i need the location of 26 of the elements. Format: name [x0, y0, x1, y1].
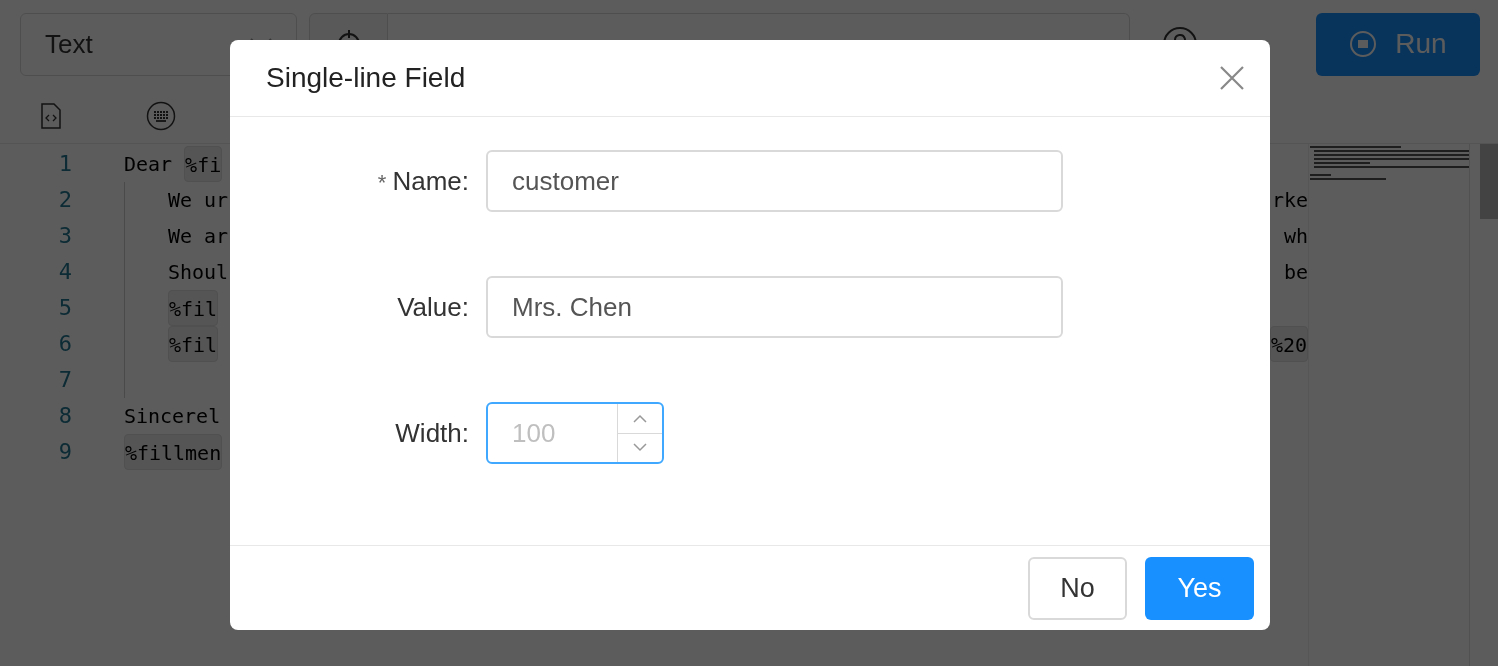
code-text: Dear — [123, 151, 174, 178]
line-number: 5 — [58, 294, 72, 322]
line-number: 7 — [58, 366, 72, 394]
code-text: rke — [1271, 187, 1308, 214]
code-text: We ur — [167, 187, 229, 214]
code-text: be — [1283, 259, 1308, 286]
field-label: Value: — [397, 291, 469, 322]
placeholder-chip: %fi — [184, 146, 223, 182]
code-text: We ar — [167, 223, 229, 250]
code-text: wh — [1283, 223, 1308, 250]
line-number: 2 — [58, 186, 72, 214]
code-text: Shoul — [167, 259, 229, 286]
line-number: 6 — [58, 330, 72, 358]
line-number: 4 — [58, 258, 72, 286]
field-label: Name: — [392, 165, 469, 196]
field-label: Width: — [395, 417, 469, 448]
line-number: 3 — [58, 222, 72, 250]
placeholder-chip: %20 — [1269, 326, 1308, 362]
placeholder-chip: %fil — [167, 326, 219, 362]
line-number: 1 — [58, 150, 72, 178]
line-number: 9 — [58, 438, 72, 466]
placeholder-chip: %fillmen — [123, 434, 223, 470]
required-mark: * — [377, 169, 387, 195]
placeholder-chip: %fil — [167, 290, 219, 326]
code-text: Sincerel — [123, 403, 221, 430]
line-number: 8 — [58, 402, 72, 430]
